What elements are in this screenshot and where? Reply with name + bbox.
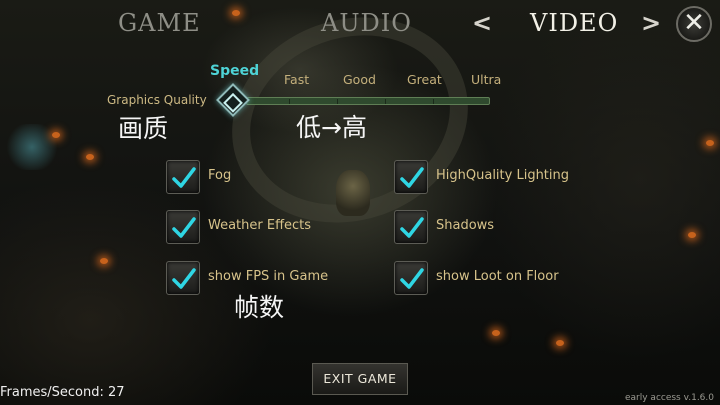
exit-game-button[interactable]: EXIT GAME [312, 363, 408, 395]
checkmark-icon [400, 167, 424, 188]
quality-option-good[interactable]: Good [343, 72, 376, 87]
checkmark-icon [172, 167, 196, 188]
show-loot-checkbox[interactable] [394, 261, 428, 295]
tab-game[interactable]: GAME [118, 6, 201, 40]
show-fps-checkbox[interactable] [166, 261, 200, 295]
annotation-fps: 帧数 [234, 293, 285, 322]
checkmark-icon [400, 217, 424, 238]
fps-readout: Frames/Second: 27 [0, 385, 125, 400]
next-tab-arrow-icon[interactable]: > [641, 6, 661, 40]
quality-option-great[interactable]: Great [407, 72, 442, 87]
weather-effects-label: Weather Effects [208, 218, 312, 233]
quality-slider-track[interactable] [246, 97, 490, 105]
hq-lighting-label: HighQuality Lighting [436, 168, 570, 183]
game-background [0, 0, 720, 405]
checkmark-icon [400, 268, 424, 289]
checkmark-icon [172, 217, 196, 238]
fog-checkbox[interactable] [166, 160, 200, 194]
checkmark-icon [172, 268, 196, 289]
graphics-quality-label: Graphics Quality [107, 93, 207, 107]
quality-option-ultra[interactable]: Ultra [471, 72, 501, 87]
annotation-low-to-high: 低→高 [296, 113, 367, 142]
close-button[interactable]: ✕ [676, 6, 712, 42]
prev-tab-arrow-icon[interactable]: < [472, 6, 492, 40]
tab-audio[interactable]: AUDIO [321, 6, 412, 40]
shadows-label: Shadows [436, 218, 495, 233]
version-label: early access v.1.6.0 [624, 393, 714, 403]
quality-option-speed[interactable]: Speed [210, 63, 259, 79]
annotation-quality: 画质 [118, 114, 169, 143]
shadows-checkbox[interactable] [394, 210, 428, 244]
show-fps-label: show FPS in Game [208, 269, 329, 284]
hq-lighting-checkbox[interactable] [394, 160, 428, 194]
tab-video[interactable]: VIDEO [530, 6, 618, 40]
show-loot-label: show Loot on Floor [436, 269, 559, 284]
fog-label: Fog [208, 168, 232, 183]
quality-option-fast[interactable]: Fast [284, 72, 309, 87]
weather-effects-checkbox[interactable] [166, 210, 200, 244]
player-character [336, 170, 370, 216]
